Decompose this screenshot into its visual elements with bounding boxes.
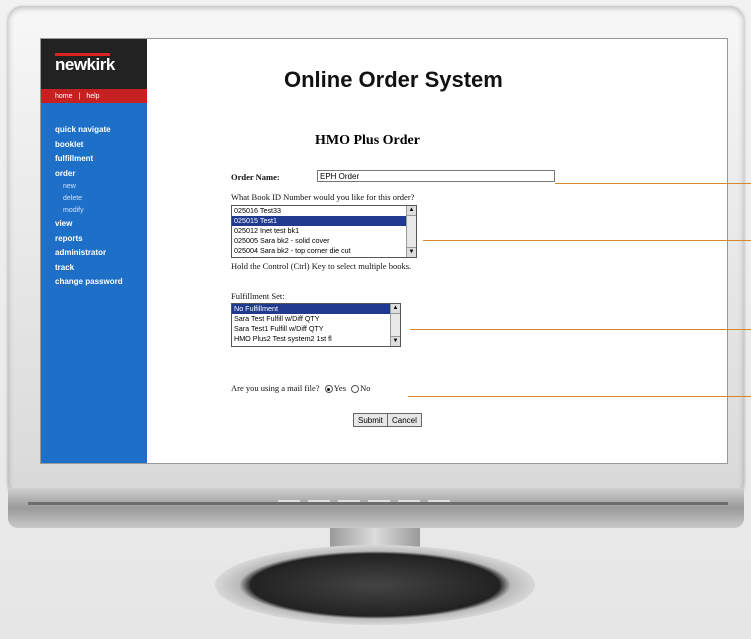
scroll-down-icon[interactable]: ▼ xyxy=(391,336,400,346)
cancel-button[interactable]: Cancel xyxy=(387,413,422,427)
chin-dash xyxy=(278,500,300,502)
list-item[interactable]: 025004 Sara bk2 - top corner die cut xyxy=(232,246,416,256)
radio-no-label[interactable]: No xyxy=(360,383,370,393)
sidebar-item-view[interactable]: view xyxy=(55,217,147,232)
chin-line xyxy=(28,502,728,505)
fulfillment-listbox[interactable]: No Fulfillment Sara Test Fulfill w/Diff … xyxy=(231,303,401,347)
list-item[interactable]: Sara Test1 Fulfill w/Diff QTY xyxy=(232,324,400,334)
book-listbox[interactable]: 025016 Test33 025015 Test1 025012 Inet t… xyxy=(231,205,417,258)
sidebar: newkirk home | help quick navigate bookl… xyxy=(41,39,147,463)
home-link[interactable]: home xyxy=(55,93,73,100)
chin-dash xyxy=(428,500,450,502)
screen: newkirk home | help quick navigate bookl… xyxy=(40,38,728,464)
radio-yes[interactable] xyxy=(324,385,333,394)
order-name-label: Order Name: xyxy=(231,172,280,182)
sidebar-item-new[interactable]: new xyxy=(55,181,147,193)
chin-dash xyxy=(308,500,330,502)
scroll-up-icon[interactable]: ▲ xyxy=(407,206,416,216)
nav-separator: | xyxy=(78,92,81,100)
submit-button[interactable]: Submit xyxy=(353,413,388,427)
callout-line xyxy=(410,329,751,330)
sidebar-item-modify[interactable]: modify xyxy=(55,205,147,217)
sidebar-item-track[interactable]: track xyxy=(55,261,147,276)
order-name-input[interactable]: EPH Order xyxy=(317,170,555,182)
sidebar-item-order[interactable]: order xyxy=(55,167,147,182)
sidebar-item-booklet[interactable]: booklet xyxy=(55,138,147,153)
callout-line xyxy=(423,240,751,241)
list-item[interactable]: HMO Plus2 Test system2 1st fl xyxy=(232,334,400,344)
callout-line xyxy=(408,396,751,397)
sidebar-item-change-password[interactable]: change password xyxy=(55,275,147,290)
chin-dash xyxy=(398,500,420,502)
book-question-label: What Book ID Number would you like for t… xyxy=(231,192,415,202)
scrollbar[interactable]: ▲ ▼ xyxy=(406,206,416,257)
mail-file-question: Are you using a mail file? xyxy=(231,383,320,393)
fulfillment-label: Fulfillment Set: xyxy=(231,291,285,301)
list-item[interactable]: Sara Test Fulfill w/Diff QTY xyxy=(232,314,400,324)
logo-area: newkirk xyxy=(41,39,147,89)
sidebar-item-administrator[interactable]: administrator xyxy=(55,246,147,261)
sidebar-item-quick-navigate[interactable]: quick navigate xyxy=(55,123,147,138)
main-content: Online Order System HMO Plus Order Order… xyxy=(147,39,727,463)
form-title: HMO Plus Order xyxy=(315,133,420,148)
multi-select-hint: Hold the Control (Ctrl) Key to select mu… xyxy=(231,261,412,271)
mail-file-row: Are you using a mail file? Yes No xyxy=(231,383,371,394)
radio-yes-label[interactable]: Yes xyxy=(334,383,346,393)
scrollbar[interactable]: ▲ ▼ xyxy=(390,304,400,346)
list-item[interactable]: 025016 Test33 xyxy=(232,206,416,216)
callout-line xyxy=(555,183,751,184)
radio-no[interactable] xyxy=(351,385,360,394)
sidebar-item-fulfillment[interactable]: fulfillment xyxy=(55,152,147,167)
scroll-up-icon[interactable]: ▲ xyxy=(391,304,400,314)
list-item[interactable]: 025005 Sara bk2 - solid cover xyxy=(232,236,416,246)
chin-dash xyxy=(368,500,390,502)
sidebar-item-reports[interactable]: reports xyxy=(55,232,147,247)
scroll-down-icon[interactable]: ▼ xyxy=(407,247,416,257)
help-link[interactable]: help xyxy=(86,93,99,100)
page-title: Online Order System xyxy=(284,67,503,92)
list-item[interactable]: 025015 Test1 xyxy=(232,216,416,226)
list-item[interactable]: No Fulfillment xyxy=(232,304,400,314)
sidebar-item-delete[interactable]: delete xyxy=(55,193,147,205)
list-item[interactable]: 025012 Inet test bk1 xyxy=(232,226,416,236)
logo: newkirk xyxy=(55,55,115,74)
top-nav: home | help xyxy=(41,89,147,103)
chin-dash xyxy=(338,500,360,502)
monitor-base xyxy=(215,545,535,625)
sidebar-menu: quick navigate booklet fulfillment order… xyxy=(41,103,147,290)
monitor-chin xyxy=(8,488,744,528)
